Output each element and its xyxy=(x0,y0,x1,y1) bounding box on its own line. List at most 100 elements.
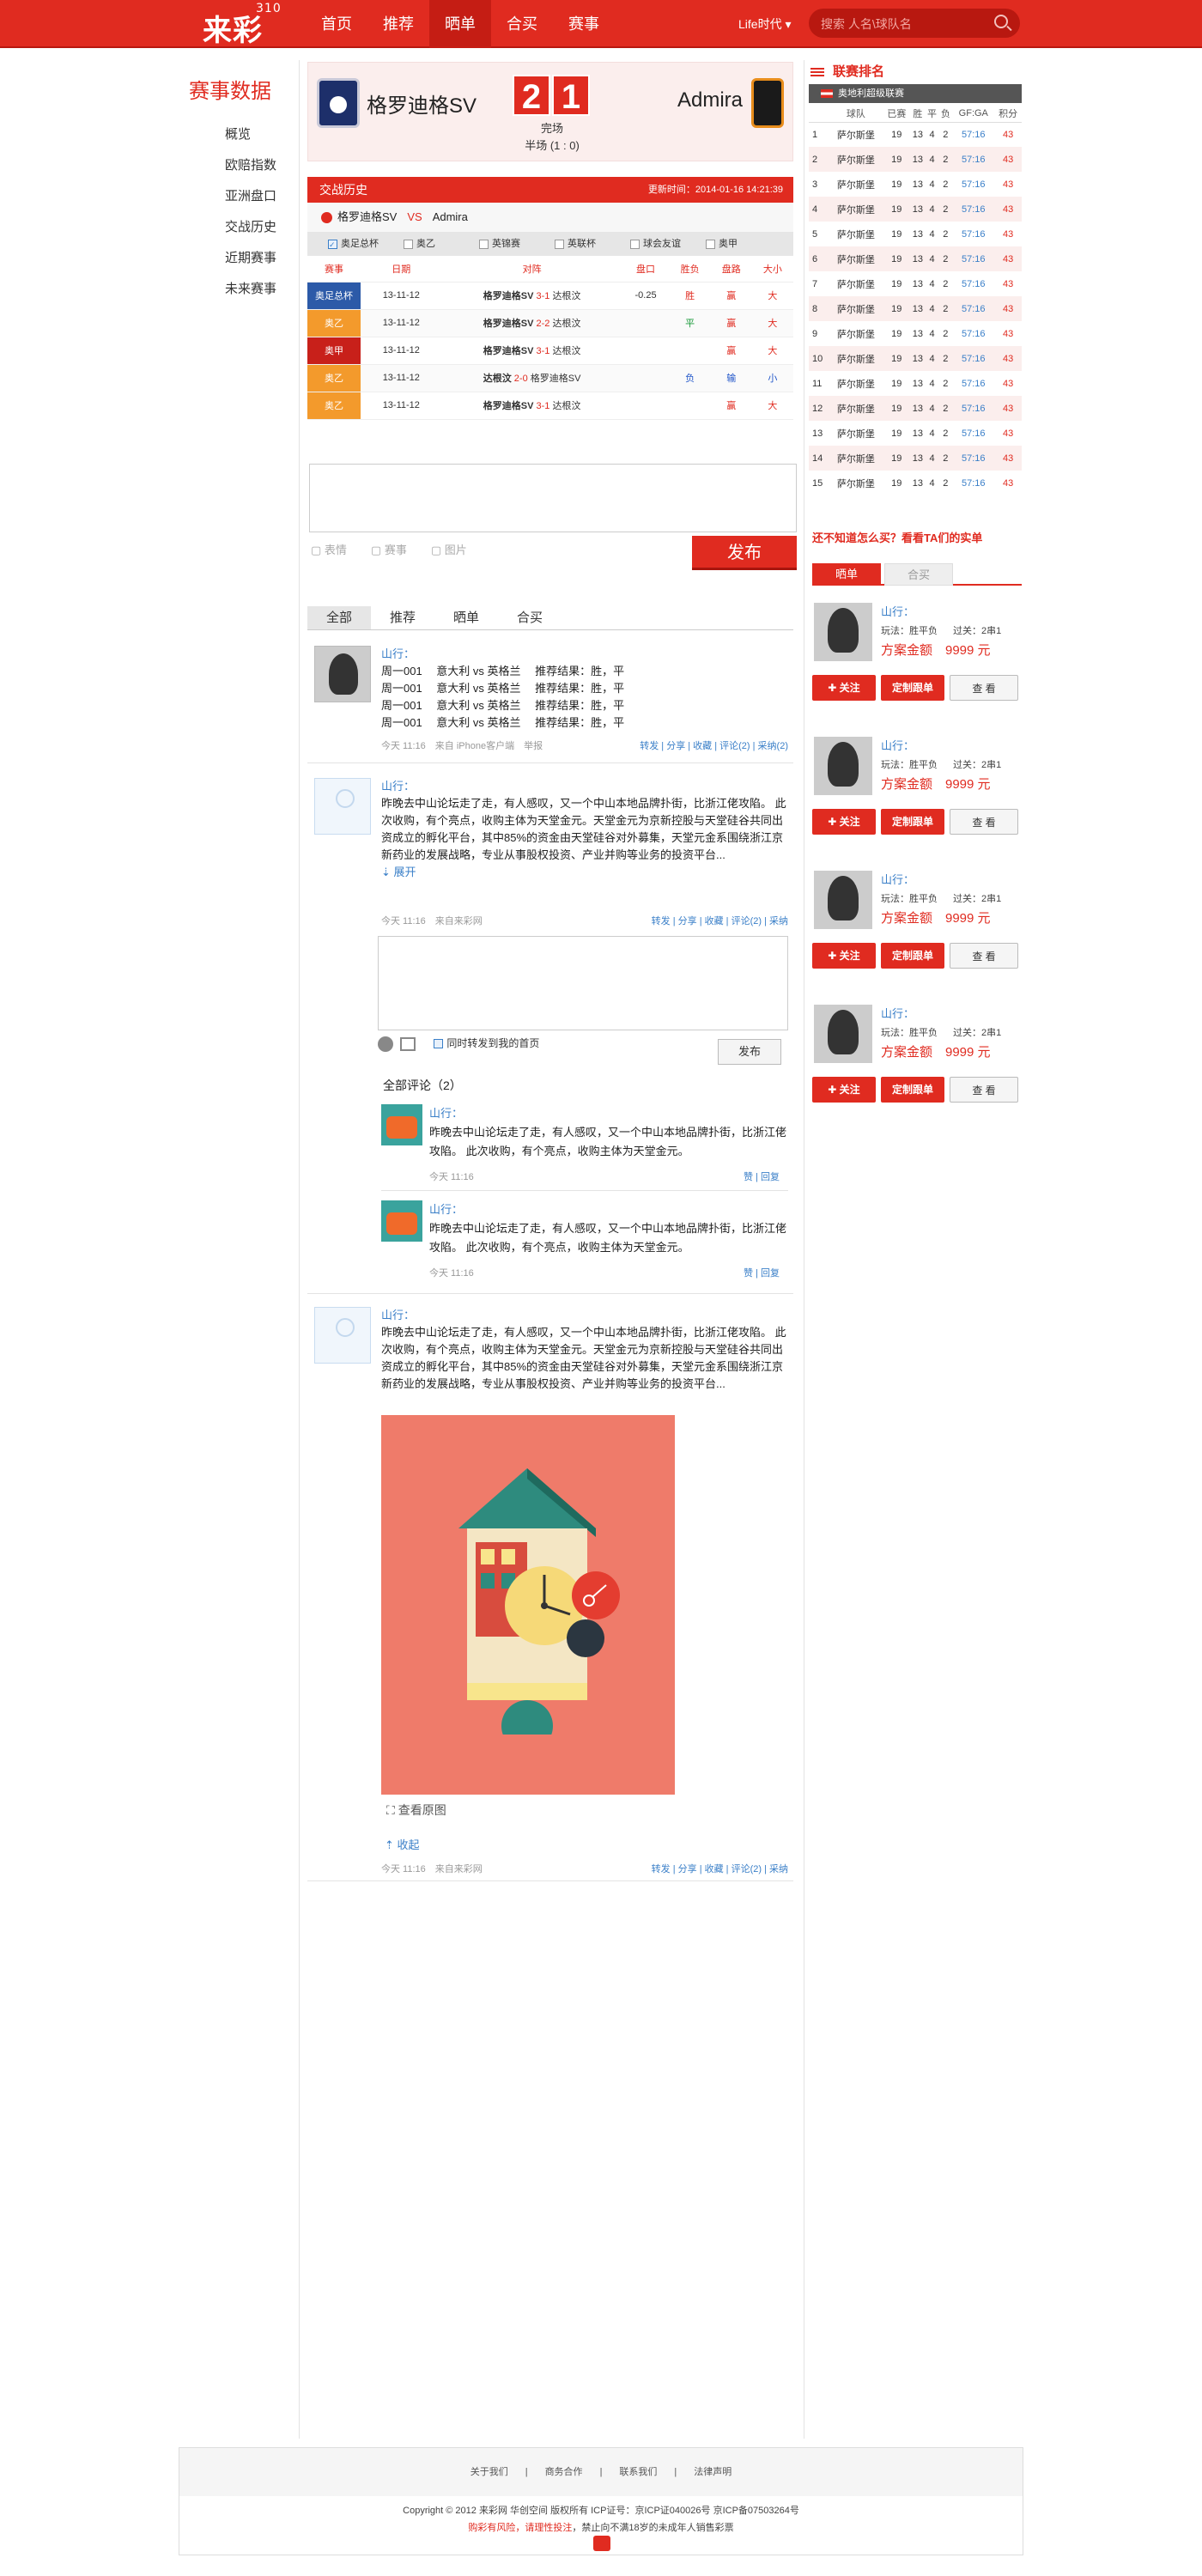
comment-ops[interactable]: 赞 | 回复 xyxy=(744,1170,780,1183)
table-row[interactable]: 13 萨尔斯堡 19 13 4 2 57:16 43 xyxy=(809,421,1022,446)
table-row[interactable]: 9 萨尔斯堡 19 13 4 2 57:16 43 xyxy=(809,321,1022,346)
avatar[interactable] xyxy=(381,1104,422,1145)
league-filter[interactable]: 奥甲 xyxy=(706,232,781,256)
feed-tab[interactable]: 晒单 xyxy=(434,606,498,629)
nav-item[interactable]: 合买 xyxy=(491,0,553,48)
view-button[interactable]: 查 看 xyxy=(950,809,1018,835)
post-textarea[interactable] xyxy=(309,464,797,532)
table-row[interactable]: 11 萨尔斯堡 19 13 4 2 57:16 43 xyxy=(809,371,1022,396)
view-original-link[interactable]: ⛶ 查看原图 xyxy=(386,1801,446,1819)
avatar[interactable] xyxy=(814,737,872,795)
checkbox[interactable]: ✓ xyxy=(328,239,337,249)
post-username[interactable]: 山行： xyxy=(381,778,788,795)
feed-tab[interactable]: 全部 xyxy=(307,606,371,629)
checkbox[interactable] xyxy=(404,239,413,249)
comment-username[interactable]: 山行： xyxy=(429,1107,463,1120)
comment-ops[interactable]: 赞 | 回复 xyxy=(744,1266,780,1279)
tab-shaidan[interactable]: 晒单 xyxy=(812,563,881,586)
custom-follow-button[interactable]: 定制跟单 xyxy=(881,675,944,701)
avatar[interactable] xyxy=(314,646,371,702)
nav-item[interactable]: 首页 xyxy=(306,0,367,48)
composer-tool[interactable]: ▢ 赛事 xyxy=(371,541,407,557)
table-row[interactable]: 14 萨尔斯堡 19 13 4 2 57:16 43 xyxy=(809,446,1022,471)
home-team-name[interactable]: 格罗迪格SV xyxy=(367,88,477,118)
report-link[interactable]: 举报 xyxy=(524,741,543,751)
post-username[interactable]: 山行： xyxy=(381,1307,788,1324)
avatar[interactable] xyxy=(814,871,872,929)
avatar[interactable] xyxy=(314,778,371,835)
league-filter[interactable]: 球会友谊 xyxy=(630,232,706,256)
league-filter[interactable]: 英联杯 xyxy=(555,232,630,256)
card-username[interactable]: 山行： xyxy=(881,871,914,887)
checkbox[interactable] xyxy=(555,239,564,249)
post-image[interactable] xyxy=(381,1415,675,1795)
view-button[interactable]: 查 看 xyxy=(950,1077,1018,1103)
composer-tool[interactable]: ▢ 表情 xyxy=(311,541,347,557)
sidebar-item[interactable]: 概览 xyxy=(201,119,297,150)
search-input[interactable]: 搜索 人名\球队名 xyxy=(809,9,1020,38)
league-filter[interactable]: 奥乙 xyxy=(404,232,479,256)
avatar[interactable] xyxy=(381,1200,422,1242)
sidebar-item[interactable]: 交战历史 xyxy=(201,212,297,243)
custom-follow-button[interactable]: 定制跟单 xyxy=(881,1077,944,1103)
table-row[interactable]: 奥乙 13-11-12 格罗迪格SV 3-1 达根汶 赢大 xyxy=(307,392,793,420)
table-row[interactable]: 15 萨尔斯堡 19 13 4 2 57:16 43 xyxy=(809,471,1022,495)
nav-item[interactable]: 晒单 xyxy=(429,0,491,48)
expand-link[interactable]: ⇣ 展开 xyxy=(381,864,788,881)
footer-link[interactable]: 商务合作 xyxy=(545,2467,583,2477)
checkbox[interactable] xyxy=(479,239,489,249)
comment-username[interactable]: 山行： xyxy=(429,1203,463,1216)
view-button[interactable]: 查 看 xyxy=(950,943,1018,969)
table-row[interactable]: 4 萨尔斯堡 19 13 4 2 57:16 43 xyxy=(809,197,1022,222)
follow-button[interactable]: ✚ 关注 xyxy=(812,943,876,969)
table-row[interactable]: 2 萨尔斯堡 19 13 4 2 57:16 43 xyxy=(809,147,1022,172)
follow-button[interactable]: ✚ 关注 xyxy=(812,675,876,701)
sync-checkbox[interactable] xyxy=(434,1039,444,1049)
footer-link[interactable]: 法律声明 xyxy=(694,2467,732,2477)
league-filter[interactable]: ✓ 奥足总杯 xyxy=(328,232,404,256)
card-username[interactable]: 山行： xyxy=(881,1005,914,1021)
checkbox[interactable] xyxy=(630,239,640,249)
footer-link[interactable]: 联系我们 xyxy=(619,2467,657,2477)
custom-follow-button[interactable]: 定制跟单 xyxy=(881,809,944,835)
footer-link[interactable]: 关于我们 xyxy=(470,2467,508,2477)
collapse-link[interactable]: ⇡ 收起 xyxy=(385,1836,420,1852)
sidebar-item[interactable]: 未来赛事 xyxy=(201,274,297,305)
view-button[interactable]: 查 看 xyxy=(950,675,1018,701)
table-row[interactable]: 8 萨尔斯堡 19 13 4 2 57:16 43 xyxy=(809,296,1022,321)
table-row[interactable]: 3 萨尔斯堡 19 13 4 2 57:16 43 xyxy=(809,172,1022,197)
nav-item[interactable]: 赛事 xyxy=(553,0,615,48)
sidebar-item[interactable]: 近期赛事 xyxy=(201,243,297,274)
league-filter[interactable]: 英锦赛 xyxy=(479,232,555,256)
life-menu[interactable]: Life时代 ▾ xyxy=(738,15,792,33)
post-username[interactable]: 山行： xyxy=(381,646,788,663)
sidebar-item[interactable]: 欧赔指数 xyxy=(201,150,297,181)
table-row[interactable]: 奥甲 13-11-12 格罗迪格SV 3-1 达根汶 赢大 xyxy=(307,337,793,365)
table-row[interactable]: 奥乙 13-11-12 达根汶 2-0 格罗迪格SV 负输小 xyxy=(307,364,793,392)
calendar-icon[interactable] xyxy=(400,1036,416,1051)
feed-tab[interactable]: 推荐 xyxy=(371,606,434,629)
follow-button[interactable]: ✚ 关注 xyxy=(812,1077,876,1103)
nav-item[interactable]: 推荐 xyxy=(367,0,429,48)
avatar[interactable] xyxy=(314,1307,371,1364)
composer-tool[interactable]: ▢ 图片 xyxy=(431,541,467,557)
league-selector[interactable]: 奥地利超级联赛 xyxy=(809,84,1022,103)
publish-button[interactable]: 发布 xyxy=(692,536,797,570)
site-logo[interactable]: 来彩 310 xyxy=(203,2,281,49)
tab-hemai[interactable]: 合买 xyxy=(884,563,953,586)
comment-textarea[interactable] xyxy=(378,936,788,1030)
sidebar-item[interactable]: 亚洲盘口 xyxy=(201,181,297,212)
post-actions[interactable]: 转发 | 分享 | 收藏 | 评论(2) | 采纳 xyxy=(652,914,788,927)
avatar[interactable] xyxy=(814,1005,872,1063)
table-row[interactable]: 5 萨尔斯堡 19 13 4 2 57:16 43 xyxy=(809,222,1022,246)
avatar[interactable] xyxy=(814,603,872,661)
table-row[interactable]: 10 萨尔斯堡 19 13 4 2 57:16 43 xyxy=(809,346,1022,371)
card-username[interactable]: 山行： xyxy=(881,603,914,619)
away-team-name[interactable]: Admira xyxy=(677,88,743,112)
table-row[interactable]: 奥乙 13-11-12 格罗迪格SV 2-2 达根汶 平赢大 xyxy=(307,309,793,337)
search-icon[interactable] xyxy=(994,15,1008,28)
post-actions[interactable]: 转发 | 分享 | 收藏 | 评论(2) | 采纳(2) xyxy=(640,738,788,752)
table-row[interactable]: 7 萨尔斯堡 19 13 4 2 57:16 43 xyxy=(809,271,1022,296)
follow-button[interactable]: ✚ 关注 xyxy=(812,809,876,835)
card-username[interactable]: 山行： xyxy=(881,737,914,753)
